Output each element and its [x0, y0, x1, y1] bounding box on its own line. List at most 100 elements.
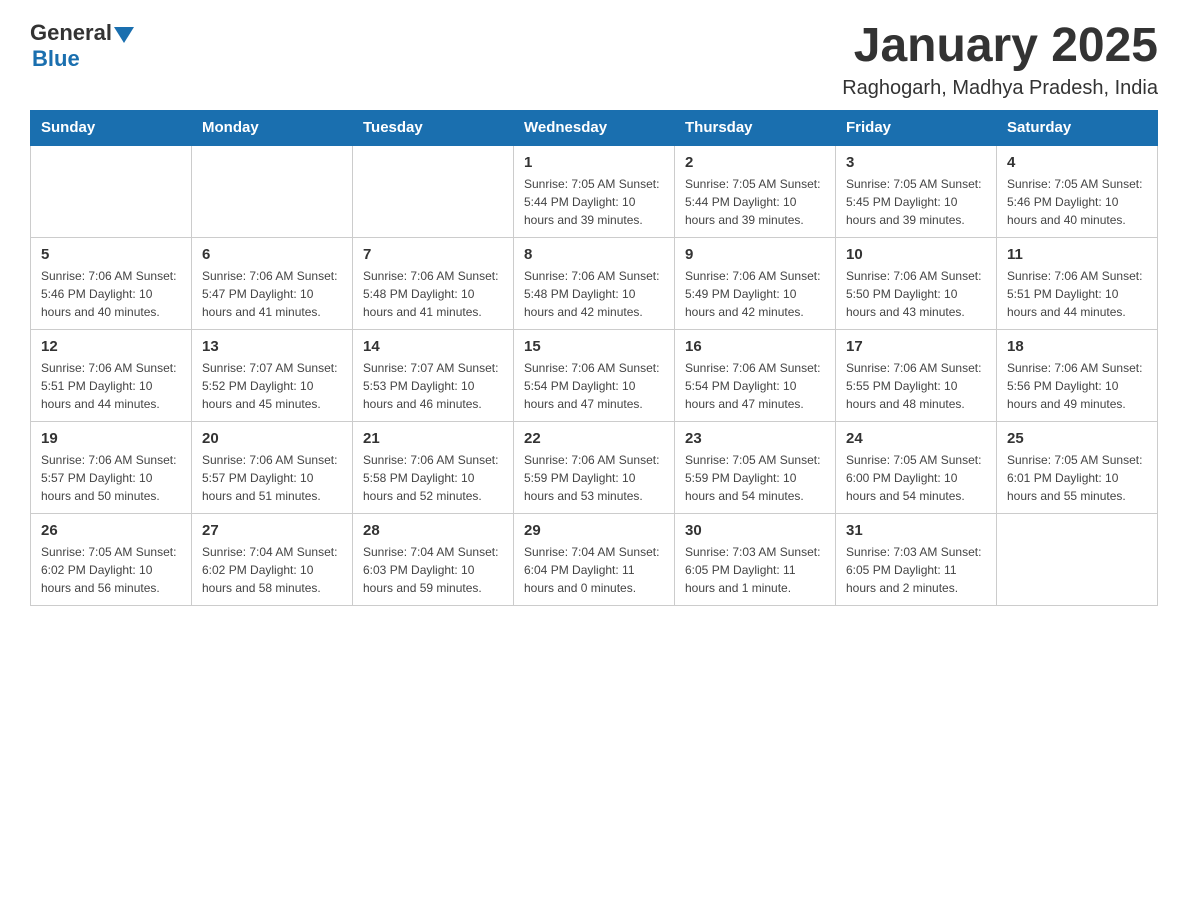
day-number: 29: [524, 522, 664, 539]
day-info: Sunrise: 7:03 AM Sunset: 6:05 PM Dayligh…: [846, 543, 986, 597]
calendar-cell: 3 Sunrise: 7:05 AM Sunset: 5:45 PM Daylig…: [836, 145, 997, 238]
calendar-cell: [31, 145, 192, 238]
day-info: Sunrise: 7:03 AM Sunset: 6:05 PM Dayligh…: [685, 543, 825, 597]
column-header-friday: Friday: [836, 110, 997, 145]
logo-triangle-icon: [114, 27, 134, 43]
day-info: Sunrise: 7:07 AM Sunset: 5:52 PM Dayligh…: [202, 359, 342, 413]
calendar-cell: 14Sunrise: 7:07 AM Sunset: 5:53 PM Dayli…: [353, 329, 514, 421]
logo-general-text: General: [30, 20, 112, 46]
calendar-cell: [997, 513, 1158, 605]
calendar-cell: 6 Sunrise: 7:06 AM Sunset: 5:47 PM Daylig…: [192, 237, 353, 329]
day-info: Sunrise: 7:06 AM Sunset: 5:49 PM Dayligh…: [685, 267, 825, 321]
calendar-table: SundayMondayTuesdayWednesdayThursdayFrid…: [30, 110, 1158, 606]
day-info: Sunrise: 7:04 AM Sunset: 6:03 PM Dayligh…: [363, 543, 503, 597]
calendar-cell: 26Sunrise: 7:05 AM Sunset: 6:02 PM Dayli…: [31, 513, 192, 605]
calendar-cell: 27 Sunrise: 7:04 AM Sunset: 6:02 PM Dayli…: [192, 513, 353, 605]
day-info: Sunrise: 7:05 AM Sunset: 5:45 PM Dayligh…: [846, 175, 986, 229]
day-info: Sunrise: 7:05 AM Sunset: 5:46 PM Dayligh…: [1007, 175, 1147, 229]
day-number: 28: [363, 522, 503, 539]
calendar-cell: 22 Sunrise: 7:06 AM Sunset: 5:59 PM Dayli…: [514, 421, 675, 513]
calendar-week-row: 1Sunrise: 7:05 AM Sunset: 5:44 PM Daylig…: [31, 145, 1158, 238]
logo: General Blue: [30, 20, 134, 72]
day-number: 6: [202, 246, 342, 263]
day-number: 30: [685, 522, 825, 539]
day-info: Sunrise: 7:06 AM Sunset: 5:54 PM Dayligh…: [524, 359, 664, 413]
day-number: 8: [524, 246, 664, 263]
day-info: Sunrise: 7:06 AM Sunset: 5:55 PM Dayligh…: [846, 359, 986, 413]
day-info: Sunrise: 7:05 AM Sunset: 5:59 PM Dayligh…: [685, 451, 825, 505]
day-info: Sunrise: 7:06 AM Sunset: 5:48 PM Dayligh…: [524, 267, 664, 321]
calendar-cell: 18 Sunrise: 7:06 AM Sunset: 5:56 PM Dayli…: [997, 329, 1158, 421]
day-number: 18: [1007, 338, 1147, 355]
day-info: Sunrise: 7:04 AM Sunset: 6:02 PM Dayligh…: [202, 543, 342, 597]
column-header-thursday: Thursday: [675, 110, 836, 145]
day-info: Sunrise: 7:06 AM Sunset: 5:56 PM Dayligh…: [1007, 359, 1147, 413]
calendar-cell: 2 Sunrise: 7:05 AM Sunset: 5:44 PM Daylig…: [675, 145, 836, 238]
day-number: 19: [41, 430, 181, 447]
day-info: Sunrise: 7:05 AM Sunset: 5:44 PM Dayligh…: [524, 175, 664, 229]
calendar-cell: 15 Sunrise: 7:06 AM Sunset: 5:54 PM Dayli…: [514, 329, 675, 421]
calendar-week-row: 5 Sunrise: 7:06 AM Sunset: 5:46 PM Daylig…: [31, 237, 1158, 329]
day-number: 12: [41, 338, 181, 355]
calendar-cell: 19 Sunrise: 7:06 AM Sunset: 5:57 PM Dayli…: [31, 421, 192, 513]
day-info: Sunrise: 7:06 AM Sunset: 5:59 PM Dayligh…: [524, 451, 664, 505]
day-info: Sunrise: 7:06 AM Sunset: 5:51 PM Dayligh…: [41, 359, 181, 413]
calendar-week-row: 12 Sunrise: 7:06 AM Sunset: 5:51 PM Dayli…: [31, 329, 1158, 421]
column-header-wednesday: Wednesday: [514, 110, 675, 145]
calendar-cell: 9 Sunrise: 7:06 AM Sunset: 5:49 PM Daylig…: [675, 237, 836, 329]
day-info: Sunrise: 7:06 AM Sunset: 5:57 PM Dayligh…: [202, 451, 342, 505]
calendar-cell: 4 Sunrise: 7:05 AM Sunset: 5:46 PM Daylig…: [997, 145, 1158, 238]
day-info: Sunrise: 7:05 AM Sunset: 6:02 PM Dayligh…: [41, 543, 181, 597]
calendar-cell: 20Sunrise: 7:06 AM Sunset: 5:57 PM Dayli…: [192, 421, 353, 513]
day-info: Sunrise: 7:07 AM Sunset: 5:53 PM Dayligh…: [363, 359, 503, 413]
logo-blue-text: Blue: [32, 46, 80, 72]
day-number: 15: [524, 338, 664, 355]
day-info: Sunrise: 7:04 AM Sunset: 6:04 PM Dayligh…: [524, 543, 664, 597]
title-block: January 2025 Raghogarh, Madhya Pradesh, …: [842, 20, 1158, 100]
day-number: 25: [1007, 430, 1147, 447]
day-number: 24: [846, 430, 986, 447]
column-header-tuesday: Tuesday: [353, 110, 514, 145]
calendar-cell: 11 Sunrise: 7:06 AM Sunset: 5:51 PM Dayli…: [997, 237, 1158, 329]
calendar-week-row: 19 Sunrise: 7:06 AM Sunset: 5:57 PM Dayli…: [31, 421, 1158, 513]
calendar-cell: 13Sunrise: 7:07 AM Sunset: 5:52 PM Dayli…: [192, 329, 353, 421]
day-number: 5: [41, 246, 181, 263]
calendar-cell: [353, 145, 514, 238]
calendar-cell: 30 Sunrise: 7:03 AM Sunset: 6:05 PM Dayli…: [675, 513, 836, 605]
day-info: Sunrise: 7:06 AM Sunset: 5:51 PM Dayligh…: [1007, 267, 1147, 321]
month-title: January 2025: [842, 20, 1158, 73]
day-info: Sunrise: 7:06 AM Sunset: 5:48 PM Dayligh…: [363, 267, 503, 321]
day-number: 21: [363, 430, 503, 447]
calendar-cell: 10Sunrise: 7:06 AM Sunset: 5:50 PM Dayli…: [836, 237, 997, 329]
calendar-cell: 12 Sunrise: 7:06 AM Sunset: 5:51 PM Dayli…: [31, 329, 192, 421]
day-info: Sunrise: 7:06 AM Sunset: 5:57 PM Dayligh…: [41, 451, 181, 505]
day-number: 9: [685, 246, 825, 263]
calendar-cell: 31Sunrise: 7:03 AM Sunset: 6:05 PM Dayli…: [836, 513, 997, 605]
day-info: Sunrise: 7:06 AM Sunset: 5:46 PM Dayligh…: [41, 267, 181, 321]
location-title: Raghogarh, Madhya Pradesh, India: [842, 77, 1158, 100]
day-number: 22: [524, 430, 664, 447]
calendar-cell: 21Sunrise: 7:06 AM Sunset: 5:58 PM Dayli…: [353, 421, 514, 513]
day-info: Sunrise: 7:05 AM Sunset: 6:01 PM Dayligh…: [1007, 451, 1147, 505]
day-number: 16: [685, 338, 825, 355]
calendar-week-row: 26Sunrise: 7:05 AM Sunset: 6:02 PM Dayli…: [31, 513, 1158, 605]
day-number: 27: [202, 522, 342, 539]
calendar-cell: 29 Sunrise: 7:04 AM Sunset: 6:04 PM Dayli…: [514, 513, 675, 605]
day-number: 11: [1007, 246, 1147, 263]
day-number: 3: [846, 154, 986, 171]
day-info: Sunrise: 7:06 AM Sunset: 5:50 PM Dayligh…: [846, 267, 986, 321]
calendar-cell: 8 Sunrise: 7:06 AM Sunset: 5:48 PM Daylig…: [514, 237, 675, 329]
day-info: Sunrise: 7:05 AM Sunset: 5:44 PM Dayligh…: [685, 175, 825, 229]
day-number: 2: [685, 154, 825, 171]
day-info: Sunrise: 7:05 AM Sunset: 6:00 PM Dayligh…: [846, 451, 986, 505]
calendar-cell: 28 Sunrise: 7:04 AM Sunset: 6:03 PM Dayli…: [353, 513, 514, 605]
day-number: 17: [846, 338, 986, 355]
calendar-cell: 1Sunrise: 7:05 AM Sunset: 5:44 PM Daylig…: [514, 145, 675, 238]
column-header-sunday: Sunday: [31, 110, 192, 145]
calendar-cell: 17 Sunrise: 7:06 AM Sunset: 5:55 PM Dayli…: [836, 329, 997, 421]
day-number: 23: [685, 430, 825, 447]
day-info: Sunrise: 7:06 AM Sunset: 5:47 PM Dayligh…: [202, 267, 342, 321]
day-number: 4: [1007, 154, 1147, 171]
calendar-cell: [192, 145, 353, 238]
column-header-monday: Monday: [192, 110, 353, 145]
